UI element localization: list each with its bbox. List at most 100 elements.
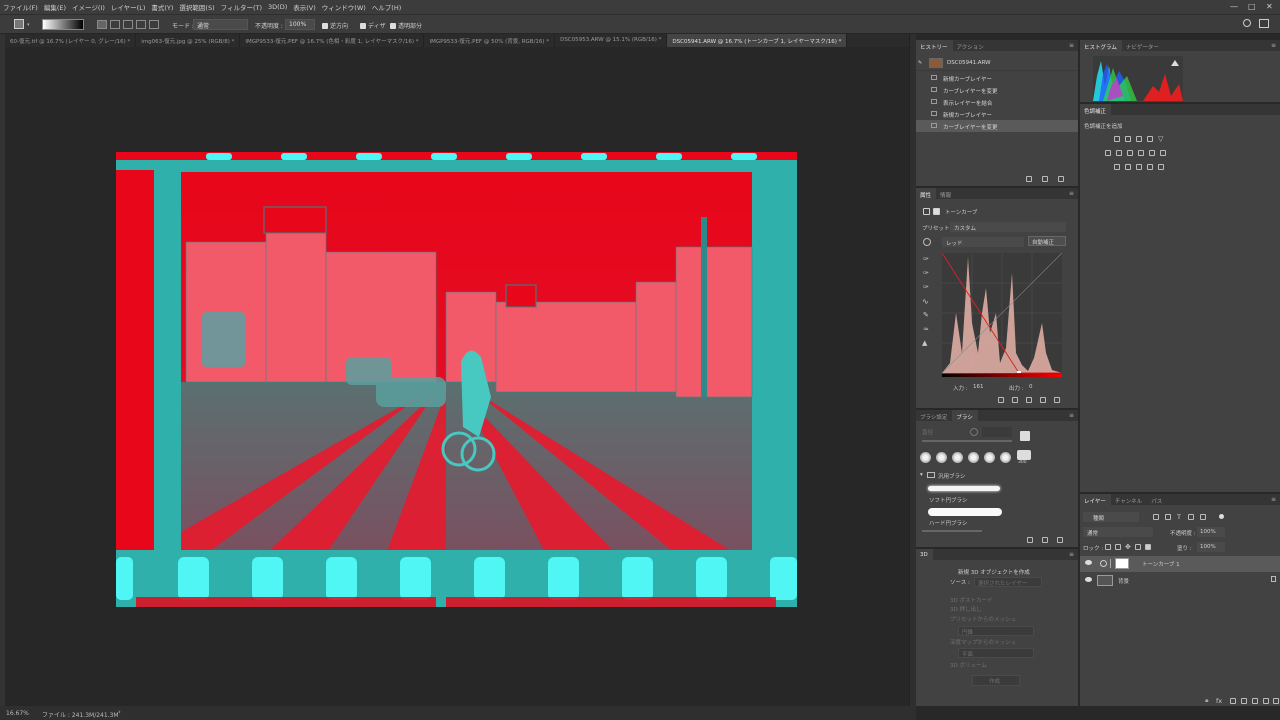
reflected-gradient-icon[interactable] (136, 20, 146, 29)
selective-color-icon[interactable] (1147, 164, 1153, 170)
menu-file[interactable]: ファイル(F) (0, 2, 41, 12)
lock-image-icon[interactable] (1115, 544, 1121, 550)
layer-opacity-field[interactable]: 100% (1197, 527, 1225, 537)
brush-preset-special[interactable] (1017, 450, 1031, 460)
eyedropper-gray-icon[interactable]: ✑ (923, 269, 929, 277)
menu-window[interactable]: ウィンドウ(W) (319, 2, 369, 12)
layer-mask-thumbnail[interactable] (1115, 558, 1129, 569)
brush-preset[interactable] (936, 452, 947, 463)
brush-preset[interactable] (920, 452, 931, 463)
tab-paths[interactable]: パス (1147, 494, 1167, 505)
history-item[interactable]: 新規カーブレイヤー (916, 108, 1078, 120)
layer-row[interactable]: 背景 (1080, 573, 1280, 588)
create-3d-button[interactable]: 作成 (972, 675, 1020, 686)
visibility-icon[interactable] (1040, 397, 1046, 403)
preview-size-slider[interactable] (922, 530, 982, 532)
levels-icon[interactable] (1125, 136, 1131, 142)
tab-info[interactable]: 情報 (936, 188, 956, 199)
blend-mode-dropdown[interactable]: 通常 (1083, 527, 1153, 537)
reset-size-icon[interactable] (970, 428, 978, 436)
status-arrow-icon[interactable]: › (118, 708, 121, 716)
eye-icon[interactable] (1085, 560, 1092, 565)
curves-icon[interactable] (1136, 136, 1142, 142)
clipping-warning-icon[interactable]: ▲ (922, 339, 927, 347)
vibrance-icon[interactable]: ▽ (1158, 135, 1163, 143)
input-value[interactable]: 161 (973, 384, 984, 390)
brush-group-label[interactable]: 汎用ブラシ (938, 472, 965, 480)
opacity-field[interactable]: 100% (285, 19, 315, 30)
link-layers-icon[interactable]: ⚭ (1204, 697, 1209, 705)
menu-image[interactable]: イメージ(I) (69, 2, 108, 12)
zoom-readout[interactable]: 16.67% (6, 710, 29, 717)
tab-history[interactable]: ヒストリー (916, 40, 953, 51)
diamond-gradient-icon[interactable] (149, 20, 159, 29)
camera-icon[interactable] (1042, 176, 1048, 182)
tab-histogram[interactable]: ヒストグラム (1080, 40, 1122, 51)
threshold-icon[interactable] (1136, 164, 1142, 170)
tab-brushes[interactable]: ブラシ (952, 410, 978, 421)
doc-tab-1[interactable]: 60-復元.tif @ 16.7% (レイヤー 0, グレー/16) * (5, 34, 137, 47)
3d-option[interactable]: 深度マップからのメッシュ (950, 638, 1016, 646)
3d-option[interactable]: プリセットからのメッシュ (950, 615, 1016, 623)
reset-icon[interactable] (1026, 397, 1032, 403)
properties-menu-icon[interactable]: ≡ (1069, 190, 1074, 197)
channel-mixer-icon[interactable] (1149, 150, 1155, 156)
new-brush-icon[interactable] (1020, 431, 1030, 441)
transparency-checkbox[interactable]: 透明部分 (390, 21, 422, 30)
filter-smart-object-icon[interactable] (1200, 514, 1206, 520)
maximize-icon[interactable]: □ (1248, 2, 1256, 11)
color-lookup-icon[interactable] (1160, 150, 1166, 156)
exposure-icon[interactable] (1147, 136, 1153, 142)
smooth-icon[interactable]: ≈ (923, 325, 929, 333)
brush-group-chevron-icon[interactable]: ▾ (920, 472, 923, 478)
lock-artboard-icon[interactable] (1135, 544, 1141, 550)
doc-tab-4[interactable]: IMGP9533-復元.PEF @ 50% (背景, RGB/16) * (424, 34, 556, 47)
trash-icon[interactable] (1058, 176, 1064, 182)
menu-edit[interactable]: 編集(E) (41, 2, 69, 12)
new-group-icon[interactable] (1252, 698, 1258, 704)
doc-tab-2[interactable]: img063-復元.jpg @ 25% (RGB/8) * (136, 34, 241, 47)
menu-type[interactable]: 書式(Y) (148, 2, 176, 12)
doc-tab-3[interactable]: IMGP9533-復元.PEF @ 16.7% (色相・彩度 1, レイヤーマス… (240, 34, 425, 47)
trash-icon[interactable] (1273, 698, 1279, 704)
new-brush-icon[interactable] (1042, 537, 1048, 543)
posterize-icon[interactable] (1125, 164, 1131, 170)
photo-filter-icon[interactable] (1138, 150, 1144, 156)
mode-dropdown[interactable]: 通常 (193, 19, 248, 30)
link-icon[interactable] (1110, 559, 1113, 568)
fill-field[interactable]: 100% (1197, 542, 1225, 552)
brush-size-slider[interactable] (922, 440, 1012, 442)
menu-layer[interactable]: レイヤー(L) (108, 2, 149, 12)
minimize-icon[interactable]: — (1230, 2, 1238, 11)
filter-adjustment-icon[interactable] (1165, 514, 1171, 520)
eyedropper-white-icon[interactable]: ✑ (923, 283, 929, 291)
invert-icon[interactable] (1114, 164, 1120, 170)
reverse-checkbox[interactable]: 逆方向 (322, 21, 348, 30)
add-mask-icon[interactable] (1230, 698, 1236, 704)
filter-type-icon[interactable]: T (1177, 513, 1181, 521)
gradient-map-icon[interactable] (1158, 164, 1164, 170)
filter-toggle-icon[interactable] (1219, 514, 1224, 519)
history-item[interactable]: 表示レイヤーを結合 (916, 96, 1078, 108)
hue-saturation-icon[interactable] (1105, 150, 1111, 156)
target-adjust-icon[interactable] (923, 238, 931, 246)
3d-menu-icon[interactable]: ≡ (1069, 551, 1074, 558)
history-menu-icon[interactable]: ≡ (1069, 42, 1074, 49)
trash-icon[interactable] (1057, 537, 1063, 543)
brush-menu-icon[interactable]: ≡ (1069, 412, 1074, 419)
histogram-menu-icon[interactable]: ≡ (1271, 42, 1276, 49)
history-item-selected[interactable]: カーブレイヤーを変更 (916, 120, 1078, 132)
mesh-preset-dropdown[interactable]: 円錐 (958, 626, 1034, 636)
tab-channels[interactable]: チャンネル (1111, 494, 1147, 505)
lock-position-icon[interactable]: ✥ (1125, 543, 1131, 551)
mask-icon[interactable] (933, 208, 940, 215)
fx-icon[interactable]: fx (1216, 697, 1222, 705)
document-image[interactable] (116, 152, 797, 607)
eyedropper-black-icon[interactable]: ✑ (923, 255, 929, 263)
tab-layers[interactable]: レイヤー (1080, 494, 1111, 505)
workspace-icon[interactable] (1259, 19, 1269, 28)
brush-preset[interactable] (952, 452, 963, 463)
new-group-icon[interactable] (1027, 537, 1033, 543)
menu-help[interactable]: ヘルプ(H) (369, 2, 404, 12)
tab-adjustments[interactable]: 色調補正 (1080, 104, 1112, 115)
